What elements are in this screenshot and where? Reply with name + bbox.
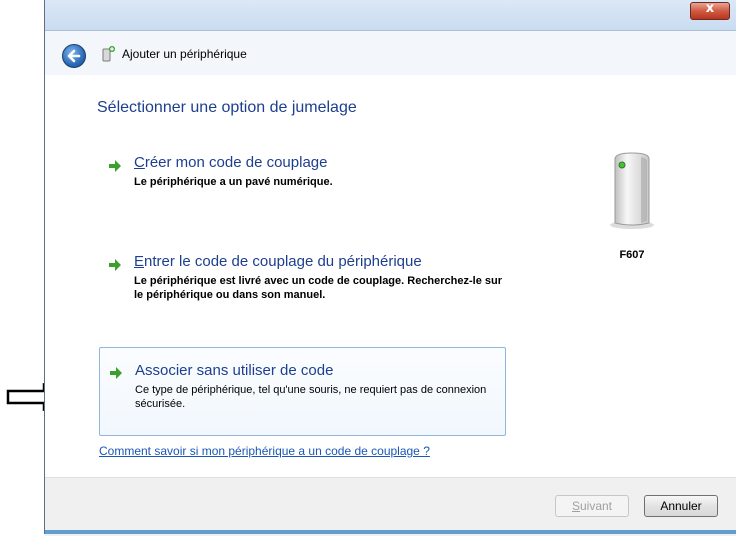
option-title: Entrer le code de couplage du périphériq… [134,253,422,270]
option-pair-without-code[interactable]: Associer sans utiliser de code Ce type d… [99,347,506,436]
next-button[interactable]: Suivant [555,495,629,517]
option-title: Associer sans utiliser de code [135,362,333,379]
title-bar: x [45,0,736,30]
option-title: Créer mon code de couplage [134,154,327,171]
next-button-label: uivant [579,499,613,513]
window-title: Ajouter un périphérique [122,47,247,61]
access-key: E [134,253,145,270]
add-device-icon [102,46,115,62]
option-description: Le périphérique a un pavé numérique. [134,176,333,188]
help-link[interactable]: Comment savoir si mon périphérique a un … [99,444,430,458]
access-key: S [571,499,580,513]
option-enter-device-code[interactable]: Entrer le code de couplage du périphériq… [99,253,506,313]
device-tower-icon [610,152,654,229]
option-description: Ce type de périphérique, tel qu'une sour… [135,384,487,410]
option-description: Le périphérique est livré avec un code d… [134,275,503,301]
window-bottom-edge [45,530,736,534]
option-title-text: ntrer le code de couplage du périphériqu… [144,253,422,270]
dialog-window: x Ajouter un périphérique Sélectionner u… [44,0,736,536]
back-button[interactable] [62,44,86,68]
page-heading: Sélectionner une option de jumelage [97,99,357,116]
cancel-button[interactable]: Annuler [644,495,718,517]
close-button[interactable]: x [690,1,730,20]
close-icon: x [705,1,715,16]
green-arrow-icon [109,259,121,271]
wizard-header: Ajouter un périphérique [45,31,736,75]
access-key: C [134,154,145,171]
green-arrow-icon [110,367,122,379]
option-title-text: Associer sans utiliser de code [135,362,334,379]
dialog-footer: Suivant Annuler [45,477,736,536]
option-title-text: réer mon code de couplage [144,154,328,171]
dialog-client-area: Ajouter un périphérique Sélectionner une… [45,30,736,536]
back-arrow-icon [67,49,81,63]
option-create-pairing-code[interactable]: Créer mon code de couplage Le périphériq… [99,154,506,200]
green-arrow-icon [109,160,121,172]
device-name: F607 [619,249,645,261]
